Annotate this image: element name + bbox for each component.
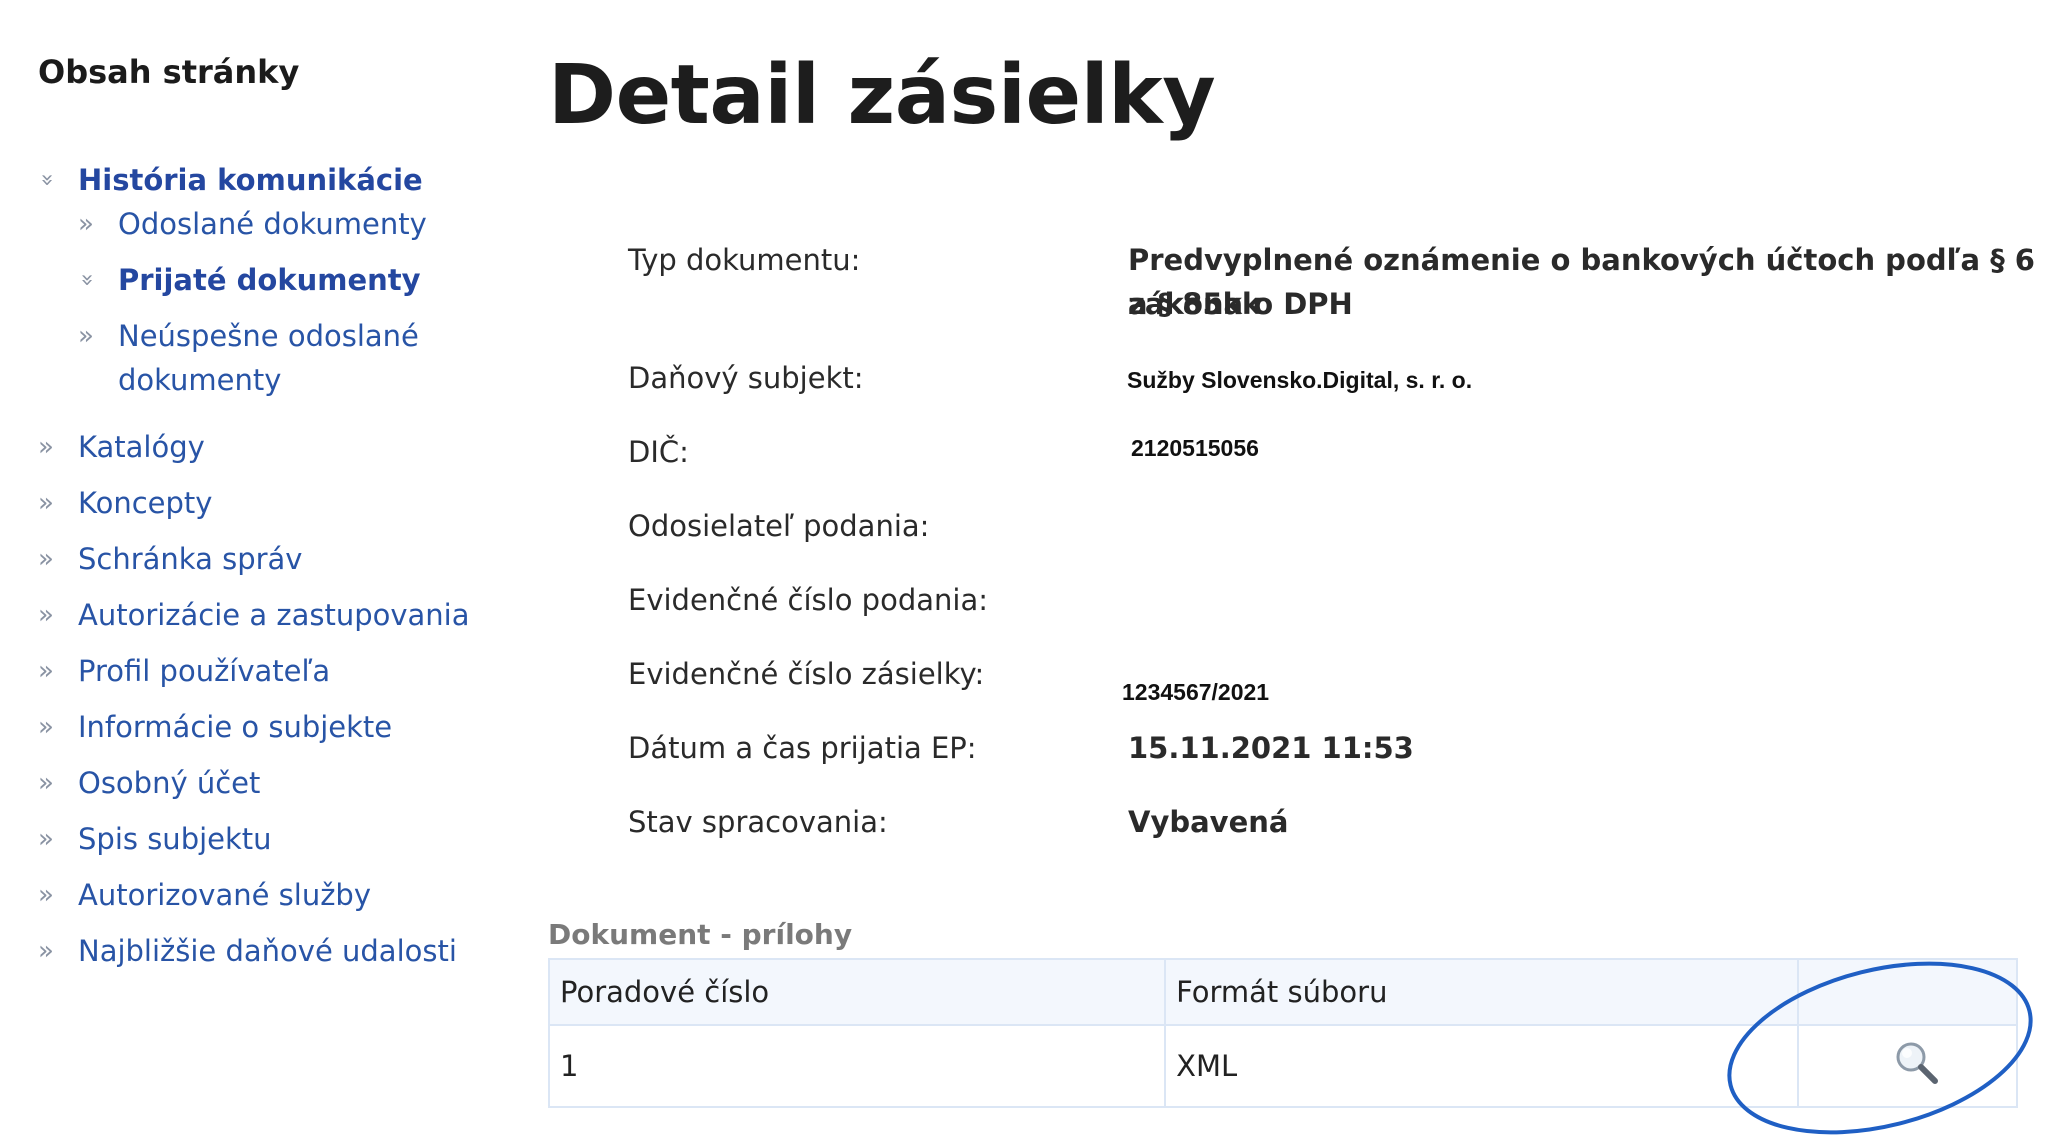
- chevron-right-icon: »: [38, 600, 54, 630]
- sidebar-item-neuspesne-odoslane[interactable]: Neúspešne odoslané: [118, 314, 419, 358]
- sidebar-item-katalogy[interactable]: Katalógy: [78, 425, 205, 469]
- chevron-right-icon: »: [38, 824, 54, 854]
- value-ev-cislo-zasielky: 1234567/2021: [1122, 679, 1270, 705]
- chevron-right-icon: »: [38, 768, 54, 798]
- cell-poradove-cislo: 1: [547, 1024, 1167, 1108]
- value-datum-prijatia: 15.11.2021 11:53: [1128, 731, 1414, 765]
- attachments-table: Poradové číslo Formát súboru 1 XML: [547, 958, 2018, 1108]
- value-typ-dokumentu-line2: zákona o DPH: [1128, 287, 1353, 321]
- chevron-down-icon: »: [34, 173, 60, 187]
- value-dic: 2120515056: [1131, 435, 1259, 461]
- sidebar-item-neuspesne-odoslane-line2[interactable]: dokumenty: [118, 358, 281, 402]
- page-contents-sidebar: Obsah stránky: [38, 50, 498, 94]
- label-odosielatel: Odosielateľ podania:: [628, 509, 930, 543]
- column-header-poradove-cislo: Poradové číslo: [547, 958, 1167, 1026]
- table-row: 1 XML: [547, 1024, 2018, 1108]
- sidebar-item-autorizovane-sluzby[interactable]: Autorizované služby: [78, 873, 371, 917]
- label-danovy-subjekt: Daňový subjekt:: [628, 361, 864, 395]
- label-ev-cislo-podania: Evidenčné číslo podania:: [628, 583, 988, 617]
- sidebar-item-prijate-dokumenty[interactable]: Prijaté dokumenty: [118, 258, 421, 302]
- sidebar-item-informacie[interactable]: Informácie o subjekte: [78, 705, 392, 749]
- sidebar-item-koncepty[interactable]: Koncepty: [78, 481, 212, 525]
- value-danovy-subjekt: Sužby Slovensko.Digital, s. r. o.: [1127, 367, 1473, 393]
- chevron-right-icon: »: [38, 488, 54, 518]
- chevron-right-icon: »: [38, 656, 54, 686]
- value-stav-spracovania: Vybavená: [1128, 805, 1289, 839]
- chevron-right-icon: »: [38, 880, 54, 910]
- sidebar-item-schranka-sprav[interactable]: Schránka správ: [78, 537, 302, 581]
- cell-format-suboru: XML: [1164, 1024, 1800, 1108]
- column-header-format-suboru: Formát súboru: [1164, 958, 1800, 1026]
- chevron-right-icon: »: [38, 544, 54, 574]
- sidebar-item-spis-subjektu[interactable]: Spis subjektu: [78, 817, 272, 861]
- table-header-row: Poradové číslo Formát súboru: [547, 958, 2018, 1026]
- column-header-action: [1797, 958, 2018, 1026]
- sidebar-item-odoslane-dokumenty[interactable]: Odoslané dokumenty: [118, 202, 427, 246]
- attachments-title: Dokument - prílohy: [548, 918, 853, 951]
- chevron-right-icon: »: [38, 432, 54, 462]
- page-title: Detail zásielky: [548, 48, 1216, 143]
- label-dic: DIČ:: [628, 435, 689, 469]
- chevron-right-icon: »: [38, 936, 54, 966]
- sidebar-item-profil[interactable]: Profil používateľa: [78, 649, 330, 693]
- chevron-right-icon: »: [38, 712, 54, 742]
- sidebar-item-osobny-ucet[interactable]: Osobný účet: [78, 761, 260, 805]
- label-typ-dokumentu: Typ dokumentu:: [628, 243, 861, 277]
- chevron-down-icon: »: [74, 273, 100, 287]
- label-datum-prijatia: Dátum a čas prijatia EP:: [628, 731, 977, 765]
- magnifier-icon[interactable]: [1892, 1038, 1940, 1086]
- label-stav-spracovania: Stav spracovania:: [628, 805, 888, 839]
- sidebar-item-historia-komunikacie[interactable]: História komunikácie: [78, 158, 423, 202]
- sidebar-item-danove-udalosti[interactable]: Najbližšie daňové udalosti: [78, 929, 457, 973]
- chevron-right-icon: »: [78, 209, 94, 239]
- chevron-right-icon: »: [78, 321, 94, 351]
- sidebar-item-autorizacie[interactable]: Autorizácie a zastupovania: [78, 593, 470, 637]
- label-ev-cislo-zasielky: Evidenčné číslo zásielky:: [628, 657, 985, 691]
- sidebar-heading: Obsah stránky: [38, 53, 300, 91]
